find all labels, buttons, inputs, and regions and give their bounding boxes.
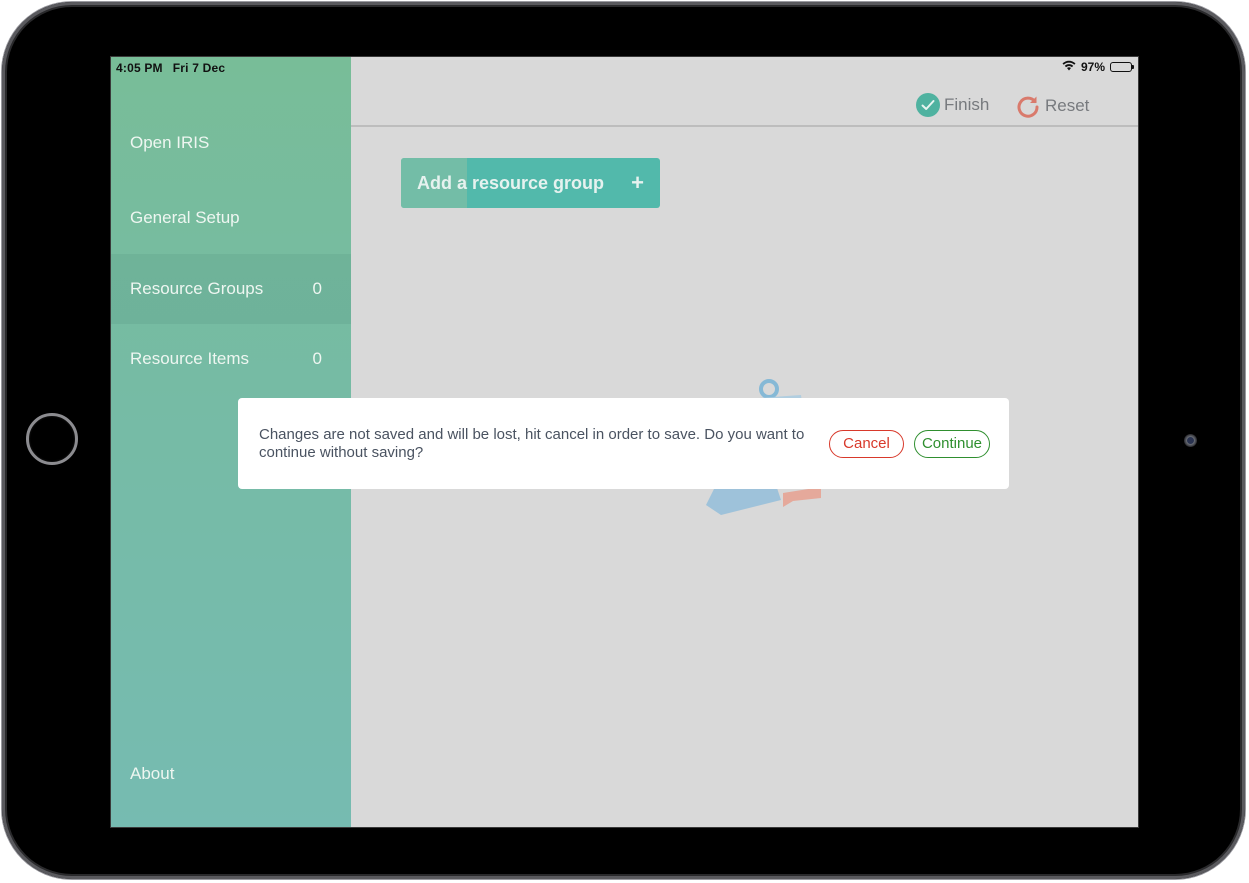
plus-icon: + xyxy=(631,170,644,195)
reset-button[interactable]: Reset xyxy=(1015,93,1089,119)
dialog-message: Changes are not saved and will be lost, … xyxy=(259,425,805,461)
status-bar-left: 4:05 PM Fri 7 Dec xyxy=(116,61,225,75)
sidebar-item-resource-items[interactable]: Resource Items 0 xyxy=(111,324,351,394)
sidebar-item-label: Resource Items xyxy=(130,349,250,368)
status-date: Fri 7 Dec xyxy=(172,61,226,75)
sidebar-item-open-iris[interactable]: Open IRIS xyxy=(111,108,351,178)
screen: 4:05 PM Fri 7 Dec Open IRIS General Setup… xyxy=(110,56,1139,828)
sidebar-item-label: About xyxy=(130,764,175,783)
sidebar-item-about[interactable]: About xyxy=(111,739,351,809)
check-circle-icon xyxy=(916,93,940,117)
unsaved-changes-dialog: Changes are not saved and will be lost, … xyxy=(238,398,1009,489)
sidebar-item-label: General Setup xyxy=(130,208,240,227)
add-resource-group-label: Add a resource group xyxy=(417,172,605,193)
sidebar-item-label: Resource Groups xyxy=(130,279,264,298)
finish-label: Finish xyxy=(944,95,990,114)
home-button[interactable] xyxy=(26,413,78,465)
sidebar-item-label: Open IRIS xyxy=(130,133,210,152)
sidebar-item-count: 0 xyxy=(312,349,322,368)
camera-icon xyxy=(1184,434,1197,447)
sidebar-item-general-setup[interactable]: General Setup xyxy=(111,183,351,253)
continue-button[interactable]: Continue xyxy=(914,429,990,458)
main-header: Finish Reset xyxy=(351,57,1138,127)
add-resource-group-button[interactable]: Add a resource group + xyxy=(401,158,660,208)
sidebar-item-resource-groups[interactable]: Resource Groups 0 xyxy=(111,254,351,324)
finish-button[interactable]: Finish xyxy=(916,93,989,117)
status-time: 4:05 PM xyxy=(116,61,163,75)
sidebar-item-count: 0 xyxy=(312,279,322,298)
reset-label: Reset xyxy=(1045,96,1090,115)
refresh-icon xyxy=(1015,93,1041,119)
cancel-button[interactable]: Cancel xyxy=(829,429,904,458)
